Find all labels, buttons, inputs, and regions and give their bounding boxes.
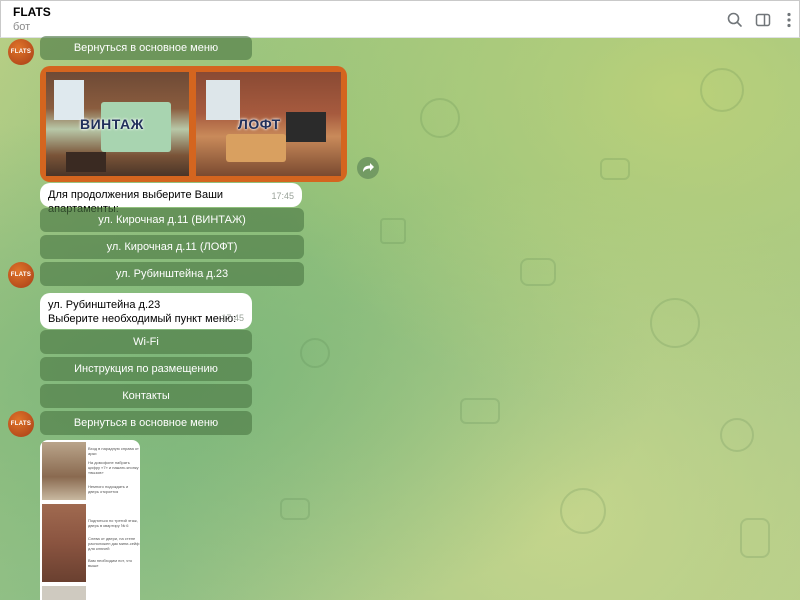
chat-subtitle: бот: [13, 21, 31, 33]
back-to-main-menu-button[interactable]: Вернуться в основное меню: [40, 36, 252, 60]
back-to-main-menu-button[interactable]: Вернуться в основное меню: [40, 411, 252, 435]
entrance-photo: [42, 442, 86, 500]
instruction-text: Вход в парадную справа от арки: [88, 446, 139, 456]
photo-message[interactable]: ВИНТАЖ ЛОФТ: [40, 66, 347, 182]
contacts-button[interactable]: Контакты: [40, 384, 252, 408]
search-icon[interactable]: [725, 10, 745, 30]
message-time: 17:45: [271, 191, 294, 201]
share-icon[interactable]: [357, 157, 379, 179]
apartment-button-rubinshteina[interactable]: ул. Рубинштейна д.23: [40, 262, 304, 286]
instruction-text: На домофоне набрать цифру «7» и нажать к…: [88, 460, 139, 475]
bot-avatar[interactable]: FLATS: [8, 262, 34, 288]
chat-title[interactable]: FLATS: [13, 5, 51, 19]
chat-header: FLATS бот: [0, 0, 800, 38]
instruction-image-message[interactable]: Вход в парадную справа от арки На домофо…: [40, 440, 140, 600]
instruction-text: Слева от двери, на стене расположен дак …: [88, 536, 140, 551]
sidebar-icon[interactable]: [753, 10, 773, 30]
lockbox-photo: [42, 586, 86, 600]
message-address: ул. Рубинштейна д.23: [48, 299, 161, 311]
vintage-photo: ВИНТАЖ: [46, 72, 189, 176]
instruction-text: Немного подождать и дверь откроется: [88, 484, 129, 494]
more-vertical-icon[interactable]: [779, 10, 799, 30]
message-text: Выберите необходимый пункт меню:: [48, 313, 237, 325]
wifi-button[interactable]: Wi-Fi: [40, 330, 252, 354]
bot-avatar[interactable]: FLATS: [8, 411, 34, 437]
instructions-button[interactable]: Инструкция по размещению: [40, 357, 252, 381]
loft-photo: ЛОФТ: [196, 72, 341, 176]
choose-apartment-message: Для продолжения выберите Ваши апартамент…: [40, 183, 302, 215]
instruction-text: Подняться по третий этаж, дверь в кварти…: [88, 518, 138, 528]
message-time: 17:45: [221, 313, 244, 323]
vintage-label: ВИНТАЖ: [80, 116, 144, 132]
apartment-button-loft[interactable]: ул. Кирочная д.11 (ЛОФТ): [40, 235, 304, 259]
bot-avatar[interactable]: FLATS: [8, 39, 34, 65]
door-photo: [42, 504, 86, 582]
apartment-button-vintage[interactable]: ул. Кирочная д.11 (ВИНТАЖ): [40, 208, 304, 232]
loft-label: ЛОФТ: [238, 116, 281, 132]
instruction-text: Вам необходим пот, что выше: [88, 558, 133, 568]
menu-message: ул. Рубинштейна д.23 Выберите необходимы…: [40, 293, 252, 329]
